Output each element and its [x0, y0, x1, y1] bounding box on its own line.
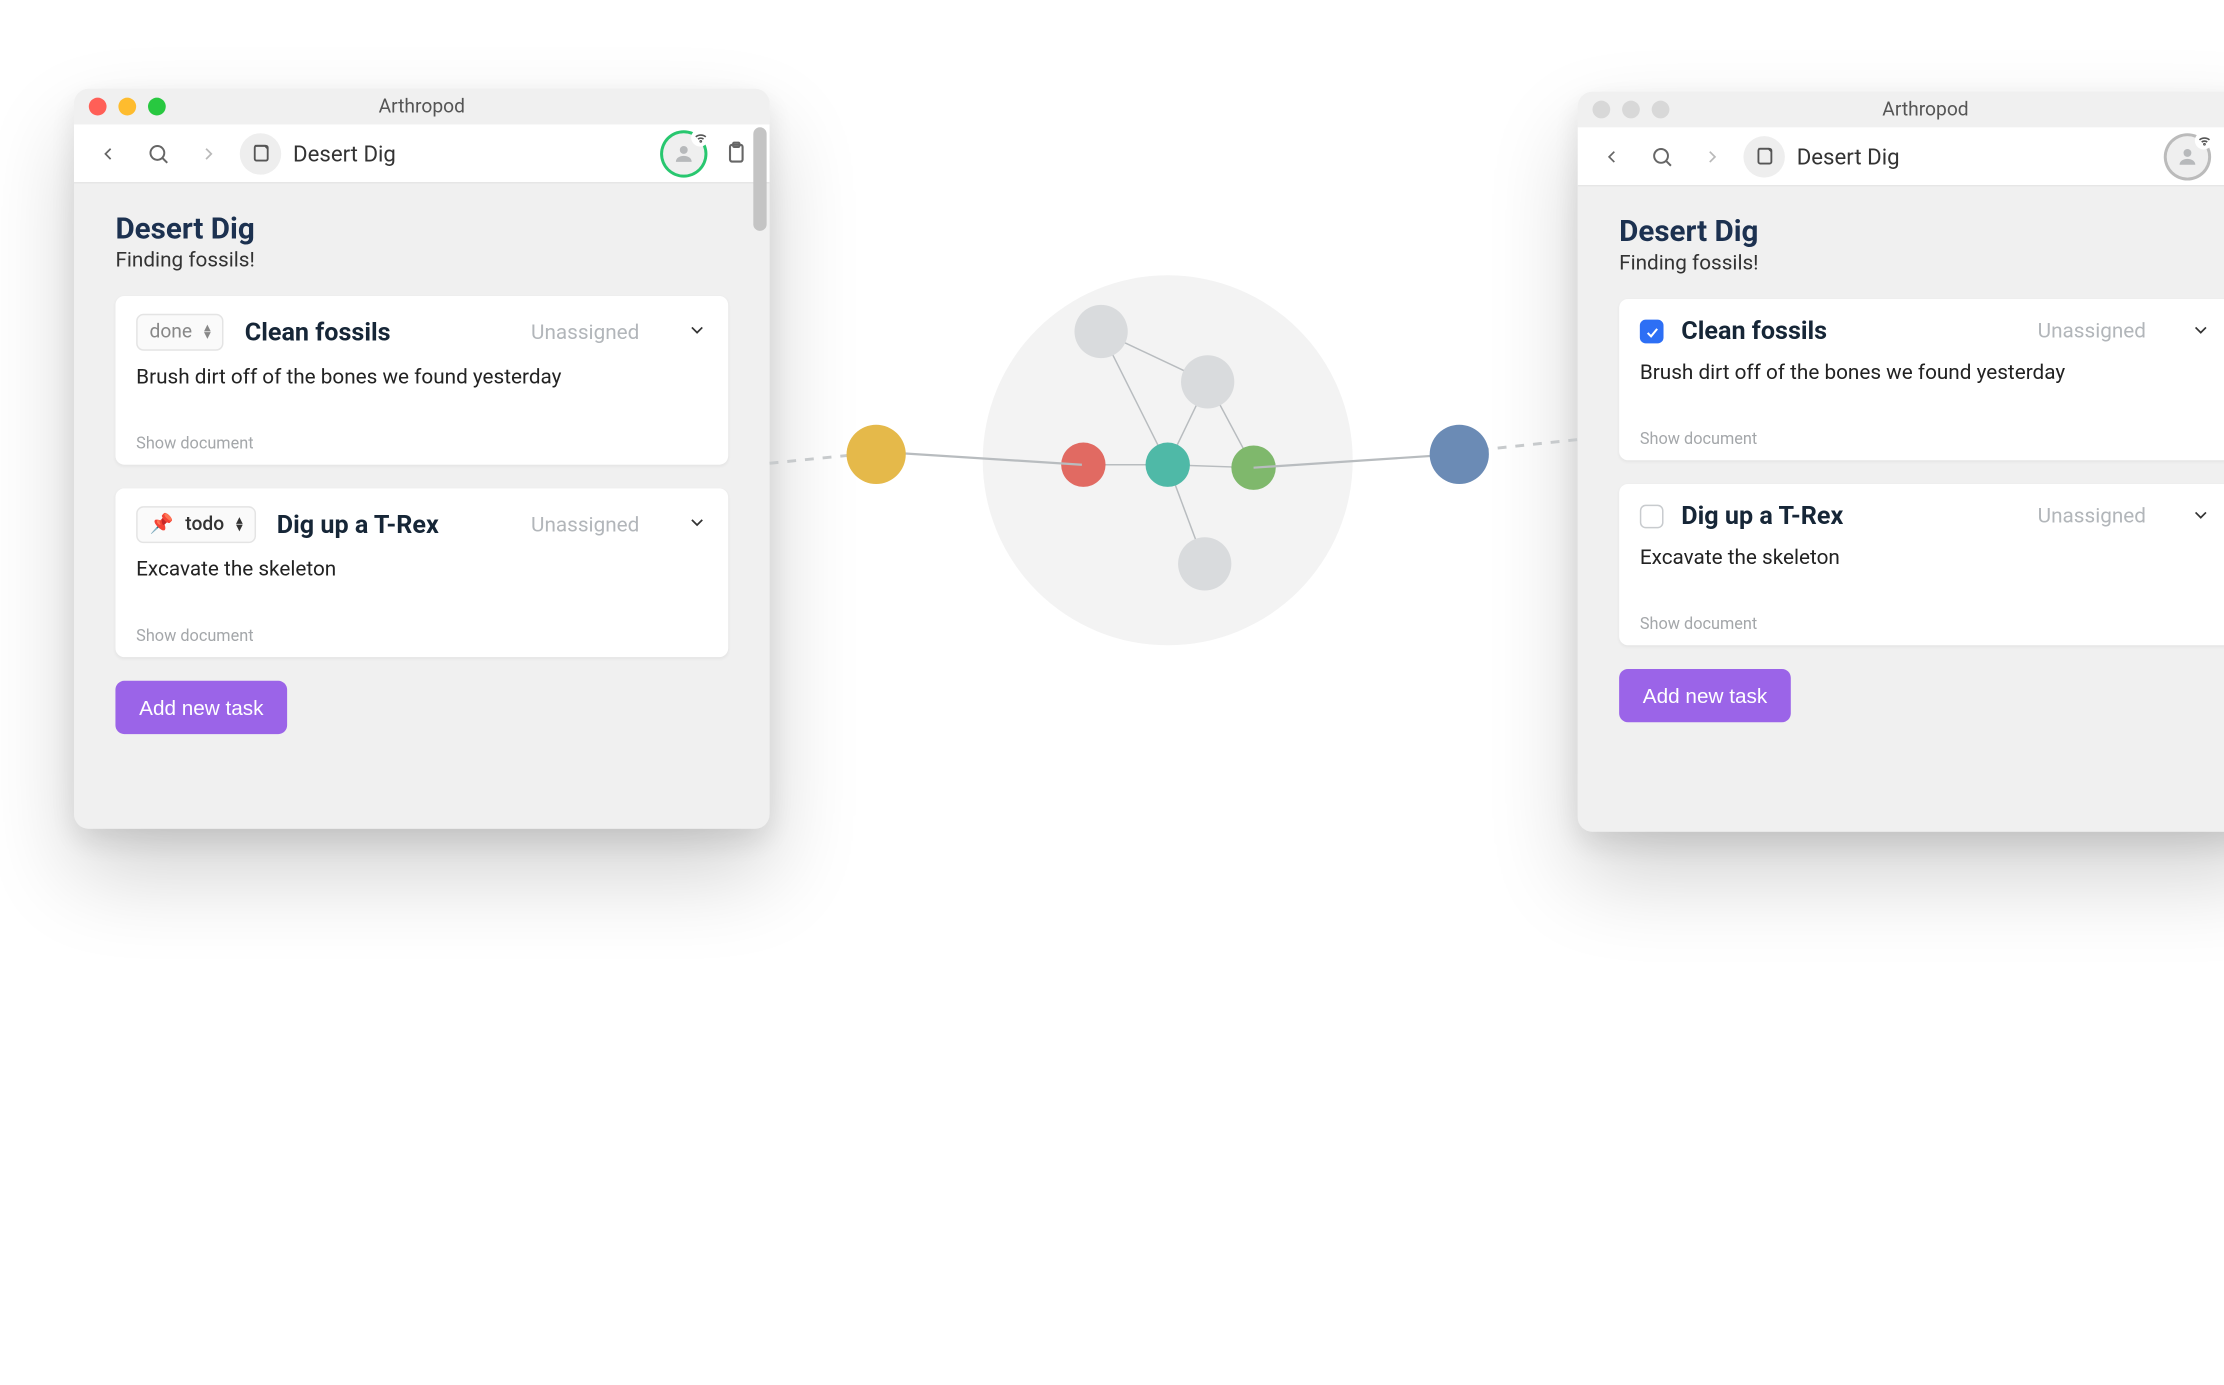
avatar[interactable]: [663, 132, 704, 173]
connection-indicator-icon: [691, 128, 709, 146]
graph-node: [1178, 537, 1231, 590]
forward-button[interactable]: [1693, 137, 1731, 175]
back-button[interactable]: [1592, 137, 1630, 175]
task-assignment[interactable]: Unassigned: [531, 320, 639, 344]
content-area: Desert Dig Finding fossils! Clean fossil…: [1578, 186, 2224, 831]
task-card: 📌 todo ▴▾ Dig up a T-Rex Unassigned Exca…: [115, 488, 728, 657]
task-description: Excavate the skeleton: [136, 558, 707, 582]
project-title: Desert Dig: [115, 210, 728, 246]
task-assignment[interactable]: Unassigned: [2038, 505, 2146, 529]
task-title: Clean fossils: [1681, 317, 1827, 347]
search-button[interactable]: [1643, 137, 1681, 175]
task-card: Clean fossils Unassigned Brush dirt off …: [1619, 299, 2224, 460]
graph-node: [1074, 305, 1127, 358]
task-checkbox[interactable]: [1640, 320, 1664, 344]
document-icon: [1743, 135, 1784, 176]
graph-node: [1146, 443, 1190, 487]
pin-icon: 📌: [149, 514, 173, 536]
toolbar: Desert Dig: [1578, 127, 2224, 186]
chevron-down-icon[interactable]: [2190, 317, 2211, 345]
document-icon: [240, 132, 281, 173]
project-subtitle: Finding fossils!: [115, 249, 728, 273]
status-select[interactable]: done ▴▾: [136, 314, 224, 351]
network-diagram: [983, 275, 1353, 645]
scroll-thumb[interactable]: [753, 127, 766, 231]
task-checkbox[interactable]: [1640, 505, 1664, 529]
back-button[interactable]: [89, 134, 127, 172]
breadcrumb-label: Desert Dig: [1797, 143, 1900, 170]
titlebar: Arthropod: [1578, 92, 2224, 128]
toolbar: Desert Dig: [74, 124, 770, 183]
connection-indicator-icon: [2195, 131, 2213, 149]
show-document-link[interactable]: Show document: [1640, 614, 2211, 633]
sort-arrows-icon: ▴▾: [204, 325, 211, 340]
clipboard-button[interactable]: [2220, 137, 2224, 175]
graph-node: [1181, 355, 1234, 408]
graph-endpoint-right: [1430, 425, 1489, 484]
chevron-down-icon[interactable]: [687, 511, 708, 539]
breadcrumb[interactable]: Desert Dig: [240, 132, 396, 173]
add-task-button[interactable]: Add new task: [115, 681, 287, 734]
task-assignment[interactable]: Unassigned: [531, 513, 639, 537]
task-title: Dig up a T-Rex: [1681, 502, 1843, 532]
task-title: Dig up a T-Rex: [277, 510, 439, 540]
graph-endpoint-left: [847, 425, 906, 484]
graph-node: [1061, 443, 1105, 487]
task-assignment[interactable]: Unassigned: [2038, 320, 2146, 344]
window-left: Arthropod Desert Dig Desert Dig: [74, 89, 770, 829]
sort-arrows-icon: ▴▾: [236, 517, 243, 532]
titlebar: Arthropod: [74, 89, 770, 125]
graph-node: [1231, 445, 1275, 489]
task-title: Clean fossils: [245, 317, 391, 347]
task-description: Brush dirt off of the bones we found yes…: [1640, 361, 2211, 385]
status-label: todo: [185, 514, 224, 536]
chevron-down-icon[interactable]: [687, 318, 708, 346]
forward-button[interactable]: [189, 134, 227, 172]
task-description: Excavate the skeleton: [1640, 546, 2211, 570]
show-document-link[interactable]: Show document: [136, 434, 707, 453]
avatar[interactable]: [2167, 135, 2208, 176]
chevron-down-icon[interactable]: [2190, 502, 2211, 530]
task-card: done ▴▾ Clean fossils Unassigned Brush d…: [115, 296, 728, 465]
project-subtitle: Finding fossils!: [1619, 252, 2224, 276]
breadcrumb[interactable]: Desert Dig: [1743, 135, 1899, 176]
status-select[interactable]: 📌 todo ▴▾: [136, 506, 256, 543]
task-card: Dig up a T-Rex Unassigned Excavate the s…: [1619, 484, 2224, 645]
breadcrumb-label: Desert Dig: [293, 140, 396, 167]
status-label: done: [149, 321, 192, 343]
window-right: Arthropod Desert Dig Desert Dig: [1578, 92, 2224, 832]
project-title: Desert Dig: [1619, 213, 2224, 249]
window-title: Arthropod: [74, 95, 770, 117]
task-description: Brush dirt off of the bones we found yes…: [136, 366, 707, 390]
clipboard-button[interactable]: [716, 134, 754, 172]
add-task-button[interactable]: Add new task: [1619, 669, 1791, 722]
window-title: Arthropod: [1578, 98, 2224, 120]
show-document-link[interactable]: Show document: [1640, 429, 2211, 448]
show-document-link[interactable]: Show document: [136, 626, 707, 645]
content-area: Desert Dig Finding fossils! done ▴▾ Clea…: [74, 184, 770, 829]
search-button[interactable]: [139, 134, 177, 172]
scrollbar[interactable]: [753, 127, 766, 826]
